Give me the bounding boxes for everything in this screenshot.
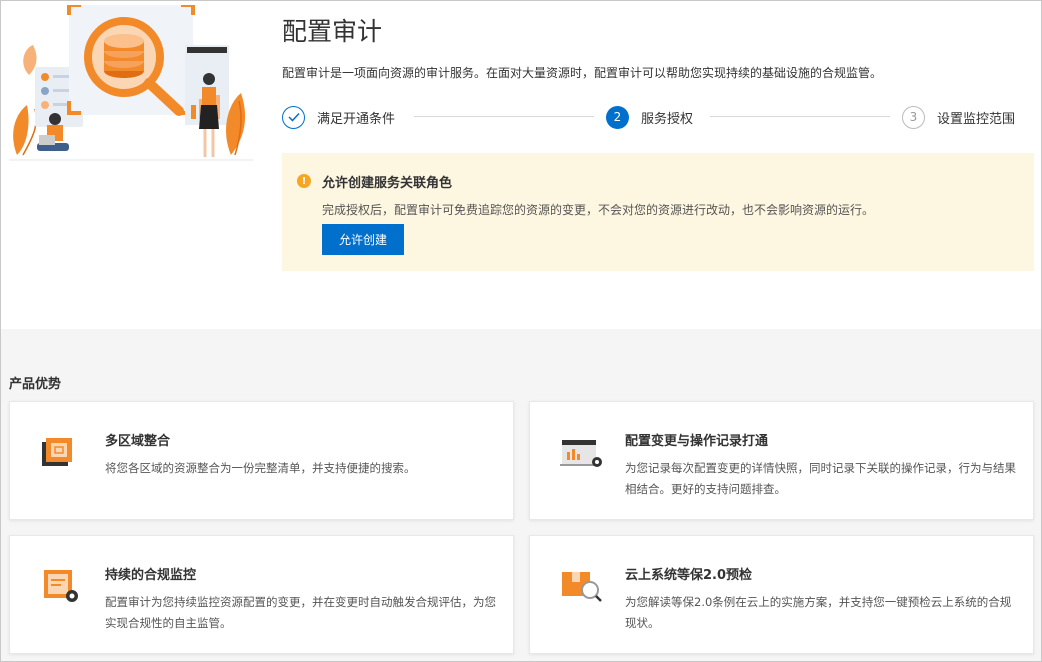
card-description: 为您记录每次配置变更的详情快照，同时记录下关联的操作记录，行为与结果相结合。更好… xyxy=(625,461,1016,496)
security-check-icon xyxy=(562,572,602,602)
card-description: 为您解读等保2.0条例在云上的实施方案，并支持您一键预检云上系统的合规现状。 xyxy=(625,595,1012,630)
multi-region-icon xyxy=(42,438,72,466)
card-title: 持续的合规监控 xyxy=(105,568,197,583)
notice-text: 完成授权后，配置审计可免费追踪您的资源的变更，不会对您的资源进行改动，也不会影响… xyxy=(322,203,875,217)
advantage-card: 多区域整合 将您各区域的资源整合为一份完整清单，并支持便捷的搜索。 xyxy=(9,401,514,520)
config-record-icon xyxy=(560,440,602,467)
step-label: 满足开通条件 xyxy=(317,111,396,127)
advantage-card: 云上系统等保2.0预检 为您解读等保2.0条例在云上的实施方案，并支持您一键预检… xyxy=(529,535,1034,654)
page-title: 配置审计 xyxy=(282,17,383,46)
step-1: 满足开通条件 xyxy=(282,105,395,129)
section-title: 产品优势 xyxy=(9,377,62,392)
advantages-section: 产品优势 多区域整合 将您各区域的资源整合为一份完整清单，并支持便捷的搜索。 配… xyxy=(1,329,1041,661)
step-number: 3 xyxy=(902,105,925,129)
card-title: 配置变更与操作记录打通 xyxy=(625,434,769,449)
check-icon xyxy=(282,105,305,129)
authorization-notice: ! 允许创建服务关联角色 完成授权后，配置审计可免费追踪您的资源的变更，不会对您… xyxy=(282,153,1034,271)
step-2: 2 服务授权 xyxy=(606,105,693,129)
page: 配置审计 配置审计是一项面向资源的审计服务。在面对大量资源时，配置审计可以帮助您… xyxy=(0,0,1042,662)
step-divider xyxy=(710,116,890,117)
notice-title: 允许创建服务关联角色 xyxy=(322,176,453,191)
step-number: 2 xyxy=(606,105,629,129)
top-section: 配置审计 配置审计是一项面向资源的审计服务。在面对大量资源时，配置审计可以帮助您… xyxy=(1,1,1041,329)
step-3: 3 设置监控范围 xyxy=(902,105,1015,129)
compliance-monitor-icon xyxy=(44,570,78,602)
step-label: 设置监控范围 xyxy=(937,111,1016,127)
page-description: 配置审计是一项面向资源的审计服务。在面对大量资源时，配置审计可以帮助您实现持续的… xyxy=(282,66,883,80)
info-icon: ! xyxy=(297,174,311,188)
advantage-card: 持续的合规监控 配置审计为您持续监控资源配置的变更，并在变更时自动触发合规评估，… xyxy=(9,535,514,654)
card-description: 配置审计为您持续监控资源配置的变更，并在变更时自动触发合规评估，为您实现合规性的… xyxy=(105,595,496,630)
step-divider xyxy=(414,116,594,117)
step-progress: 满足开通条件 2 服务授权 3 设置监控范围 xyxy=(282,105,1027,131)
step-label: 服务授权 xyxy=(641,111,694,127)
card-description: 将您各区域的资源整合为一份完整清单，并支持便捷的搜索。 xyxy=(105,461,416,475)
card-title: 云上系统等保2.0预检 xyxy=(625,568,753,583)
card-title: 多区域整合 xyxy=(105,434,171,449)
allow-create-button[interactable]: 允许创建 xyxy=(322,224,404,255)
hero-illustration-icon xyxy=(9,5,253,161)
advantage-card: 配置变更与操作记录打通 为您记录每次配置变更的详情快照，同时记录下关联的操作记录… xyxy=(529,401,1034,520)
